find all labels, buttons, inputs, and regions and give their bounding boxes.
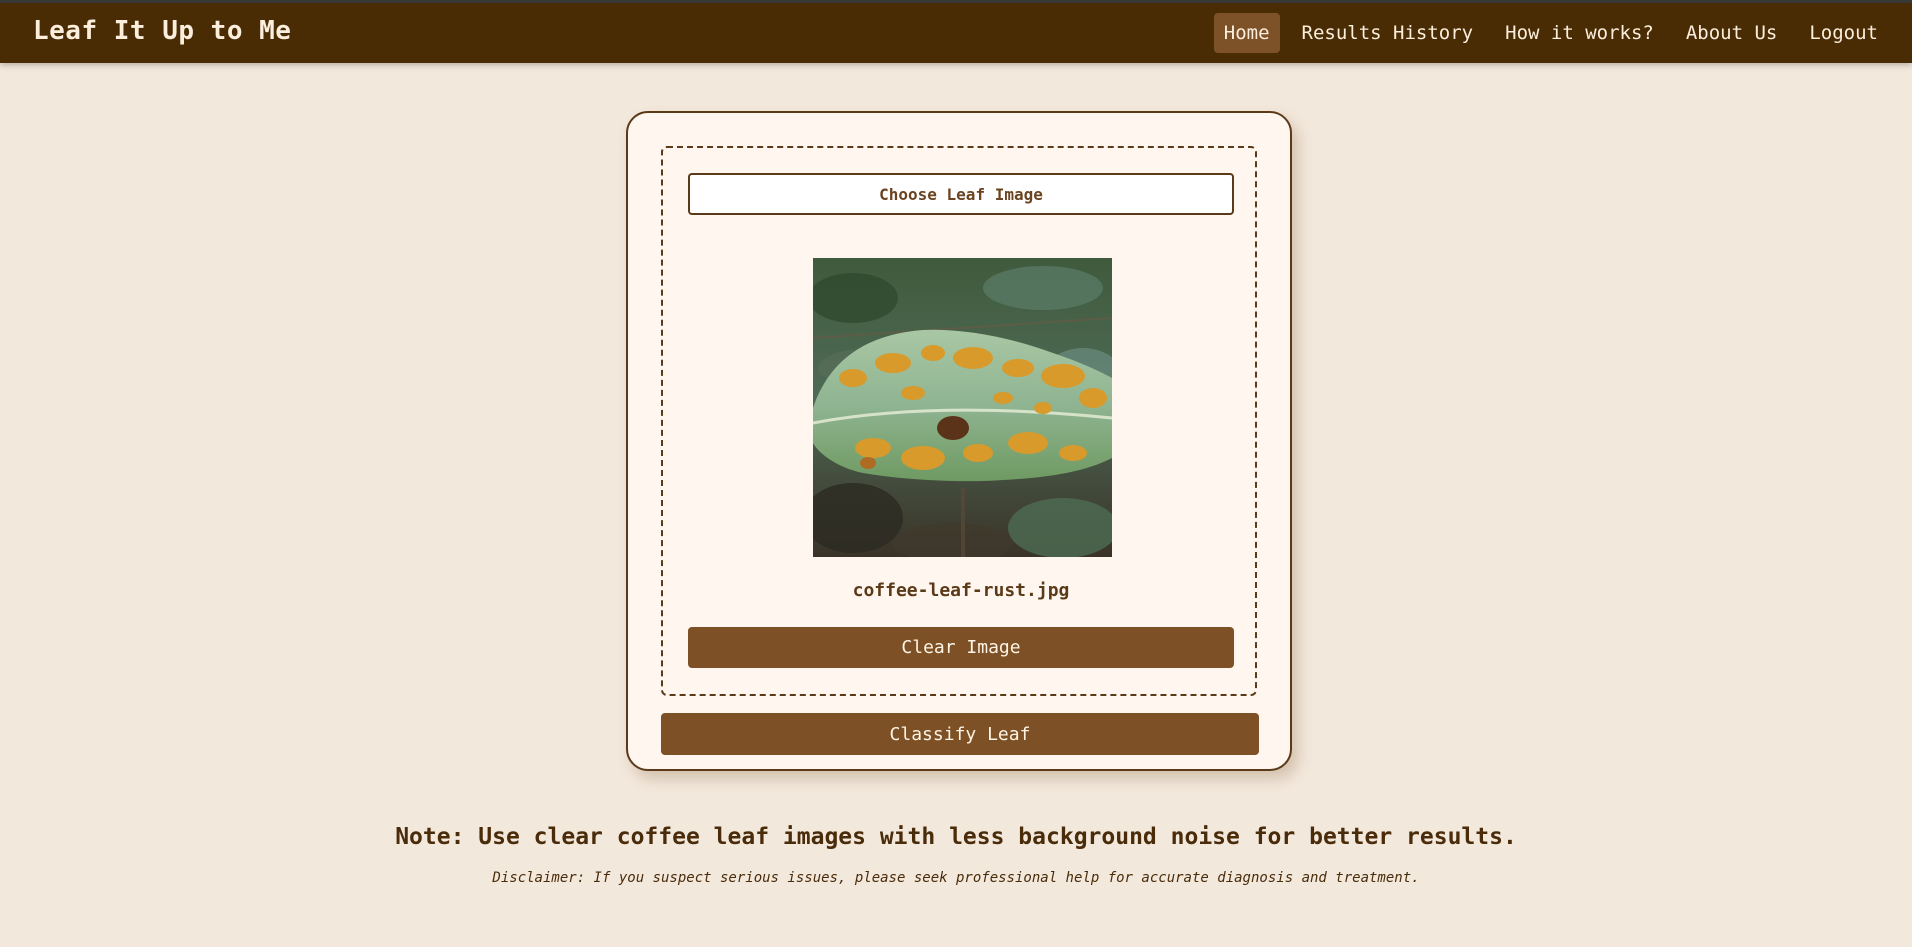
selected-filename: coffee-leaf-rust.jpg bbox=[852, 580, 1070, 601]
upload-card: Choose Leaf Image coffee-leaf-rust.jpg C… bbox=[626, 111, 1292, 771]
navbar: Leaf It Up to Me Home Results History Ho… bbox=[0, 3, 1912, 63]
brand-title[interactable]: Leaf It Up to Me bbox=[33, 16, 291, 46]
nav-home-link[interactable]: Home bbox=[1213, 13, 1280, 53]
image-dropzone[interactable]: Choose Leaf Image coffee-leaf-rust.jpg C… bbox=[661, 146, 1257, 696]
choose-image-button[interactable]: Choose Leaf Image bbox=[688, 173, 1234, 215]
nav-links: Home Results History How it works? About… bbox=[1202, 13, 1888, 53]
disclaimer-text: Disclaimer: If you suspect serious issue… bbox=[492, 870, 1420, 886]
nav-results-history-link[interactable]: Results History bbox=[1292, 13, 1484, 53]
classify-leaf-button[interactable]: Classify Leaf bbox=[661, 713, 1259, 755]
clear-image-button[interactable]: Clear Image bbox=[688, 627, 1234, 668]
nav-how-it-works-link[interactable]: How it works? bbox=[1495, 13, 1664, 53]
usage-note: Note: Use clear coffee leaf images with … bbox=[395, 824, 1517, 850]
nav-about-us-link[interactable]: About Us bbox=[1676, 13, 1788, 53]
leaf-image-preview bbox=[813, 258, 1112, 557]
nav-logout-link[interactable]: Logout bbox=[1799, 13, 1888, 53]
